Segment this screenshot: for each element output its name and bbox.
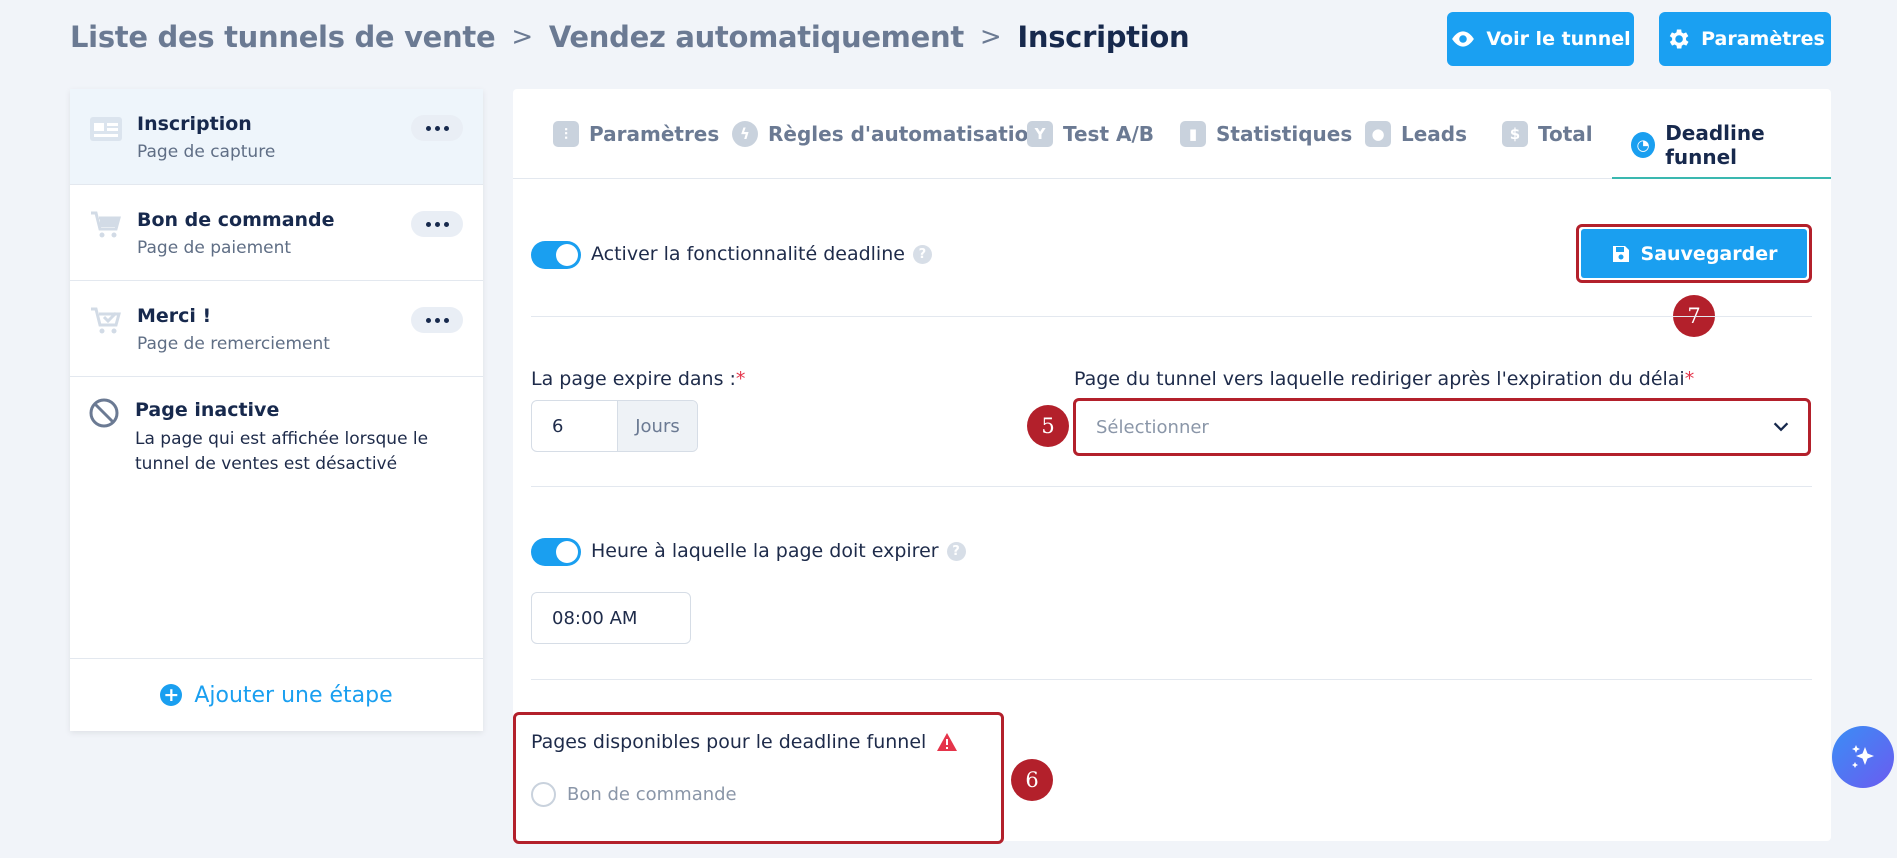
- expire-hour-row: Heure à laquelle la page doit expirer?: [591, 540, 966, 562]
- step-inscription[interactable]: Inscription Page de capture: [70, 89, 483, 185]
- tab-label: Statistiques: [1216, 122, 1353, 146]
- eye-icon: [1452, 31, 1475, 47]
- split-icon: Y: [1027, 121, 1053, 147]
- step-subtitle: Page de paiement: [137, 238, 292, 258]
- step-subtitle: Page de remerciement: [137, 334, 330, 354]
- add-step-label: Ajouter une étape: [194, 682, 393, 708]
- step-merci[interactable]: Merci ! Page de remerciement: [70, 281, 483, 377]
- save-button[interactable]: Sauvegarder: [1581, 229, 1807, 278]
- redirect-label-row: Page du tunnel vers laquelle rediriger a…: [1074, 368, 1694, 390]
- tab-deadline-funnel[interactable]: ◔ Deadline funnel: [1631, 121, 1831, 169]
- chevron-down-icon: [1773, 422, 1789, 432]
- view-funnel-label: Voir le tunnel: [1486, 28, 1631, 50]
- page-option-bon-de-commande[interactable]: Bon de commande: [531, 782, 737, 807]
- ban-icon: [89, 398, 119, 428]
- available-pages-section: Pages disponibles pour le deadline funne…: [513, 712, 1004, 844]
- inactive-description: La page qui est affichée lorsque le tunn…: [135, 429, 429, 474]
- cart-icon: [91, 211, 121, 238]
- radio-button[interactable]: [531, 782, 556, 807]
- clock-icon: ◔: [1631, 132, 1656, 158]
- more-options-button[interactable]: [411, 307, 463, 333]
- sliders-icon: ⫶: [553, 121, 579, 147]
- tab-total[interactable]: $ Total: [1502, 121, 1593, 147]
- divider: [531, 679, 1812, 680]
- bar-chart-icon: ▮: [1180, 121, 1206, 147]
- tab-label: Test A/B: [1063, 122, 1155, 146]
- warning-icon: [937, 733, 958, 751]
- save-label: Sauvegarder: [1640, 242, 1778, 265]
- divider: [531, 486, 1812, 487]
- help-icon[interactable]: ?: [946, 542, 966, 561]
- save-highlight: Sauvegarder: [1576, 224, 1812, 283]
- tab-leads[interactable]: ● Leads: [1365, 121, 1467, 147]
- active-tab-indicator: [1612, 177, 1831, 179]
- redirect-label: Page du tunnel vers laquelle rediriger a…: [1074, 368, 1685, 390]
- expire-hour-label: Heure à laquelle la page doit expirer: [591, 540, 939, 562]
- users-icon: ●: [1365, 121, 1391, 147]
- expire-label: La page expire dans :: [531, 368, 736, 390]
- inactive-title: Page inactive: [135, 399, 280, 421]
- breadcrumb-separator: >: [511, 22, 533, 52]
- tab-statistiques[interactable]: ▮ Statistiques: [1180, 121, 1352, 147]
- expire-days-input[interactable]: 6 Jours: [531, 400, 698, 452]
- main-panel: ⫶ Paramètres ϟ Règles d'automatisation Y…: [513, 89, 1831, 844]
- divider: [531, 316, 1812, 317]
- annotation-badge-5: 5: [1027, 405, 1069, 447]
- tab-label: Leads: [1401, 122, 1468, 146]
- funnel-steps-sidebar: Inscription Page de capture Bon de comma…: [70, 89, 483, 731]
- available-pages-label: Pages disponibles pour le deadline funne…: [531, 731, 927, 753]
- select-placeholder: Sélectionner: [1096, 416, 1209, 438]
- tab-label: Règles d'automatisation: [768, 122, 1043, 146]
- breadcrumb: Liste des tunnels de vente > Vendez auto…: [70, 20, 1190, 54]
- available-pages-title-row: Pages disponibles pour le deadline funne…: [531, 731, 958, 753]
- help-icon[interactable]: ?: [912, 245, 932, 264]
- enable-deadline-row: Activer la fonctionnalité deadline?: [591, 243, 932, 265]
- more-options-button[interactable]: [411, 211, 463, 237]
- redirect-select-highlight: Sélectionner: [1073, 398, 1811, 456]
- tab-regles-automatisation[interactable]: ϟ Règles d'automatisation: [732, 121, 1043, 147]
- step-title: Bon de commande: [137, 209, 335, 231]
- expire-label-row: La page expire dans :*: [531, 368, 745, 390]
- tab-test-ab[interactable]: Y Test A/B: [1027, 121, 1154, 147]
- settings-button[interactable]: Paramètres: [1659, 12, 1831, 66]
- required-mark: *: [735, 368, 746, 390]
- expire-unit: Jours: [617, 401, 697, 451]
- enable-deadline-toggle[interactable]: [531, 241, 581, 269]
- breadcrumb-separator: >: [979, 22, 1002, 52]
- enable-deadline-label: Activer la fonctionnalité deadline: [591, 243, 905, 265]
- expire-days-value[interactable]: 6: [532, 401, 617, 451]
- inactive-page-item[interactable]: Page inactive La page qui est affichée l…: [70, 377, 483, 517]
- add-step-button[interactable]: + Ajouter une étape: [70, 658, 483, 731]
- settings-label: Paramètres: [1701, 28, 1825, 50]
- floppy-disk-icon: [1612, 245, 1629, 262]
- dollar-icon: $: [1502, 121, 1528, 147]
- plus-circle-icon: +: [160, 684, 183, 706]
- cart-check-icon: [91, 307, 121, 334]
- step-title: Merci !: [137, 305, 212, 327]
- expire-time-input[interactable]: 08:00 AM: [531, 592, 691, 644]
- landing-page-icon: [90, 117, 122, 141]
- sparkle-icon: [1852, 745, 1874, 768]
- tab-label: Paramètres: [589, 122, 720, 146]
- required-mark: *: [1684, 368, 1695, 390]
- gear-icon: [1669, 29, 1689, 49]
- step-subtitle: Page de capture: [137, 142, 276, 162]
- redirect-page-select[interactable]: Sélectionner: [1078, 403, 1806, 451]
- expire-hour-toggle[interactable]: [531, 538, 581, 566]
- step-title: Inscription: [137, 113, 252, 135]
- ai-assistant-button[interactable]: [1832, 726, 1894, 788]
- page-title: Inscription: [1017, 20, 1190, 54]
- bolt-icon: ϟ: [732, 121, 758, 147]
- page-option-label: Bon de commande: [567, 784, 737, 805]
- more-options-button[interactable]: [411, 115, 463, 141]
- view-funnel-button[interactable]: Voir le tunnel: [1447, 12, 1634, 66]
- breadcrumb-funnel[interactable]: Vendez automatiquement: [549, 20, 964, 54]
- tab-label: Deadline funnel: [1665, 121, 1765, 169]
- tab-label: Total: [1538, 122, 1593, 146]
- annotation-badge-6: 6: [1011, 759, 1053, 801]
- tab-bar: ⫶ Paramètres ϟ Règles d'automatisation Y…: [513, 89, 1831, 179]
- breadcrumb-funnel-list[interactable]: Liste des tunnels de vente: [70, 20, 496, 54]
- tab-parametres[interactable]: ⫶ Paramètres: [553, 121, 719, 147]
- step-bon-de-commande[interactable]: Bon de commande Page de paiement: [70, 185, 483, 281]
